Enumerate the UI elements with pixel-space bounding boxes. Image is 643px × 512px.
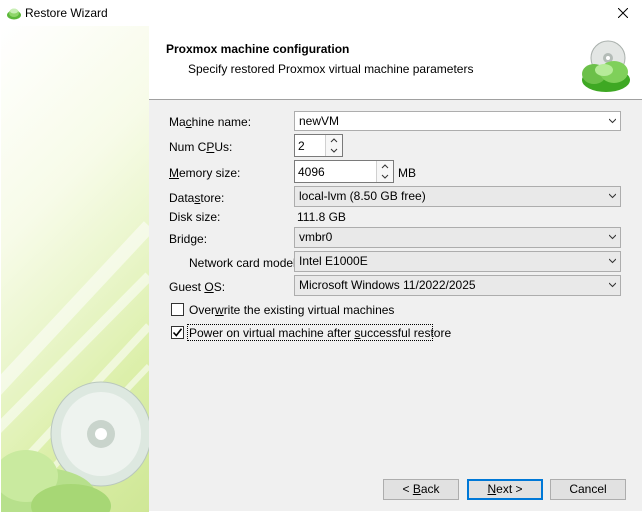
chevron-down-icon xyxy=(609,258,616,264)
memory-size-value: 4096 xyxy=(298,165,325,179)
power-on-label[interactable]: Power on virtual machine after successfu… xyxy=(189,326,451,340)
chevron-down-icon xyxy=(609,282,616,288)
spin-up-icon[interactable] xyxy=(326,135,342,145)
disc-cloud-logo-icon xyxy=(582,40,630,92)
bridge-select[interactable]: vmbr0 xyxy=(294,227,621,248)
power-on-checkbox[interactable] xyxy=(171,326,184,339)
memory-size-spin-buttons[interactable] xyxy=(376,161,393,182)
cancel-button[interactable]: Cancel xyxy=(550,479,626,500)
bridge-value: vmbr0 xyxy=(299,230,333,244)
disk-size-label: Disk size: xyxy=(169,210,221,224)
machine-name-combo[interactable]: newVM xyxy=(294,111,621,131)
guest-os-label: Guest OS: xyxy=(169,280,226,294)
bridge-label: Bridge: xyxy=(169,232,208,246)
close-button[interactable] xyxy=(603,0,643,26)
chevron-down-icon xyxy=(609,193,616,199)
datastore-label: Datastore: xyxy=(169,191,225,205)
chevron-down-icon xyxy=(609,234,616,240)
next-button[interactable]: Next > xyxy=(467,479,543,500)
page-title: Proxmox machine configuration xyxy=(166,42,350,56)
window-title: Restore Wizard xyxy=(25,6,108,20)
num-cpus-spin-buttons[interactable] xyxy=(325,135,342,156)
spin-down-icon[interactable] xyxy=(326,146,342,156)
machine-name-label: Machine name: xyxy=(169,115,252,129)
memory-unit-label: MB xyxy=(398,166,416,180)
back-button[interactable]: < Back xyxy=(383,479,459,500)
title-bar: Restore Wizard xyxy=(0,0,643,26)
network-card-model-value: Intel E1000E xyxy=(299,254,368,268)
chevron-down-icon xyxy=(609,118,616,124)
machine-name-value: newVM xyxy=(299,114,340,128)
wizard-sidebar xyxy=(1,26,149,512)
memory-size-stepper[interactable]: 4096 xyxy=(294,160,394,183)
overwrite-checkbox[interactable] xyxy=(171,303,184,316)
network-card-model-select[interactable]: Intel E1000E xyxy=(294,251,621,272)
network-card-model-label: Network card model: xyxy=(189,256,300,270)
close-icon xyxy=(618,8,628,18)
datastore-select[interactable]: local-lvm (8.50 GB free) xyxy=(294,186,621,207)
form-area: Machine name: newVM Num CPUs: 2 Memory s… xyxy=(149,100,642,511)
disk-size-value: 111.8 GB xyxy=(297,210,346,224)
overwrite-label[interactable]: Overwrite the existing virtual machines xyxy=(189,303,394,317)
guest-os-value: Microsoft Windows 11/2022/2025 xyxy=(299,278,476,292)
spin-up-icon[interactable] xyxy=(377,161,393,171)
disc-cloud-icon xyxy=(7,8,21,20)
datastore-value: local-lvm (8.50 GB free) xyxy=(299,189,426,203)
disc-watermark-icon xyxy=(1,221,149,512)
wizard-header: Proxmox machine configuration Specify re… xyxy=(149,26,642,100)
guest-os-select[interactable]: Microsoft Windows 11/2022/2025 xyxy=(294,275,621,296)
memory-size-label: Memory size: xyxy=(169,166,241,180)
num-cpus-stepper[interactable]: 2 xyxy=(294,134,343,157)
num-cpus-label: Num CPUs: xyxy=(169,140,233,154)
checkmark-icon xyxy=(172,328,183,337)
spin-down-icon[interactable] xyxy=(377,172,393,182)
num-cpus-value: 2 xyxy=(298,139,305,153)
page-subtitle: Specify restored Proxmox virtual machine… xyxy=(188,62,474,76)
